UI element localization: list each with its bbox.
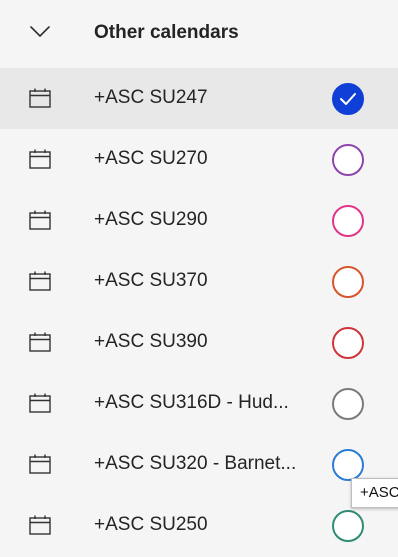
- calendar-name-tooltip: +ASC SU320 - Barnet: [351, 478, 398, 508]
- calendar-name: +ASC SU370: [94, 270, 208, 291]
- other-calendars-header[interactable]: Other calendars: [0, 0, 398, 68]
- calendar-row-su320[interactable]: +ASC SU320 - Barnet...: [0, 434, 398, 495]
- chevron-down-icon[interactable]: [30, 26, 50, 38]
- calendar-row-su247[interactable]: +ASC SU247: [0, 68, 398, 129]
- calendar-checkbox[interactable]: [332, 205, 364, 237]
- calendar-icon: [29, 515, 51, 535]
- calendar-checkbox[interactable]: [332, 144, 364, 176]
- calendar-checkbox[interactable]: [332, 327, 364, 359]
- calendar-icon: [29, 454, 51, 474]
- calendar-name: +ASC SU316D - Hud...: [94, 392, 289, 413]
- calendar-name: +ASC SU320 - Barnet...: [94, 453, 297, 474]
- calendar-row-su370[interactable]: +ASC SU370: [0, 251, 398, 312]
- calendar-name: +ASC SU290: [94, 209, 208, 230]
- calendar-row-su250[interactable]: +ASC SU250: [0, 495, 398, 556]
- calendar-name: +ASC SU270: [94, 148, 208, 169]
- calendar-icon: [29, 88, 51, 108]
- calendar-list: +ASC SU247 +ASC SU270 +ASC SU290 +ASC SU…: [0, 68, 398, 556]
- calendar-row-su270[interactable]: +ASC SU270: [0, 129, 398, 190]
- calendar-checkbox[interactable]: [332, 449, 364, 481]
- calendar-name: +ASC SU390: [94, 331, 208, 352]
- calendar-checkbox[interactable]: [332, 510, 364, 542]
- calendar-checkbox[interactable]: [332, 388, 364, 420]
- calendar-name: +ASC SU247: [94, 87, 208, 108]
- calendar-row-su390[interactable]: +ASC SU390: [0, 312, 398, 373]
- calendar-checkbox-checked[interactable]: [332, 83, 364, 115]
- calendar-icon: [29, 393, 51, 413]
- calendar-icon: [29, 271, 51, 291]
- calendar-icon: [29, 149, 51, 169]
- section-title: Other calendars: [94, 22, 239, 43]
- calendar-row-su316d[interactable]: +ASC SU316D - Hud...: [0, 373, 398, 434]
- other-calendars-panel: Other calendars +ASC SU247 +ASC SU270 +A…: [0, 0, 398, 557]
- calendar-checkbox[interactable]: [332, 266, 364, 298]
- calendar-icon: [29, 332, 51, 352]
- calendar-name: +ASC SU250: [94, 514, 208, 535]
- calendar-icon: [29, 210, 51, 230]
- checkmark-icon: [340, 93, 356, 105]
- calendar-row-su290[interactable]: +ASC SU290: [0, 190, 398, 251]
